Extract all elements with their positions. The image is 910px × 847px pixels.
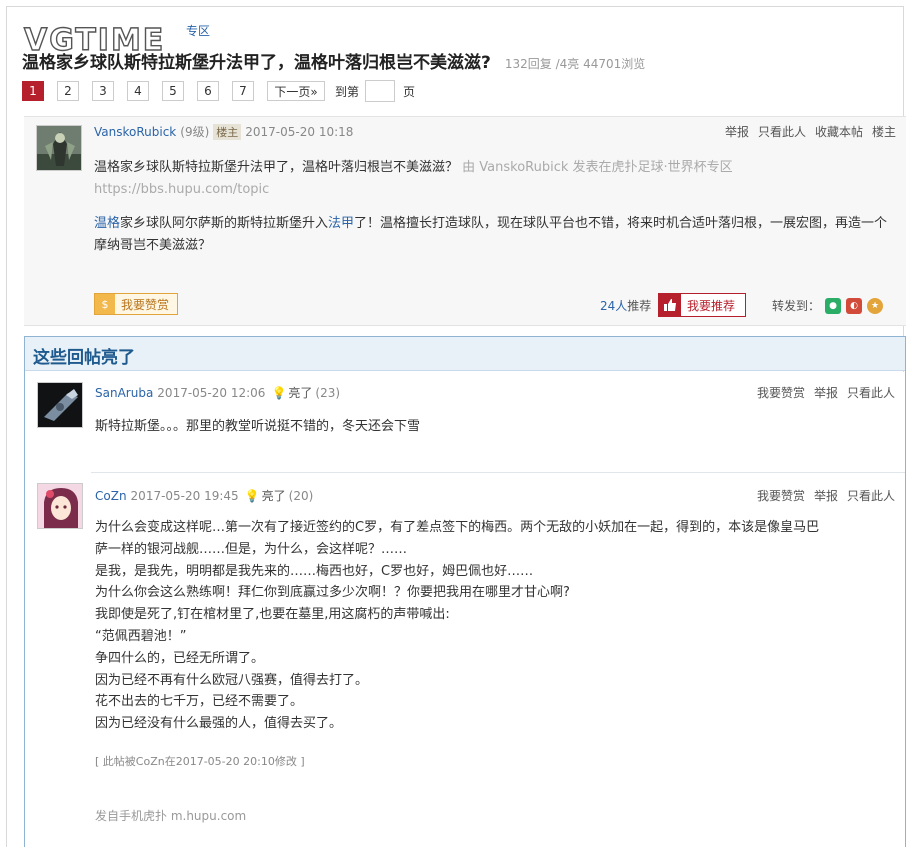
tag-link-wenger[interactable]: 温格 <box>94 216 120 231</box>
tip-label: 我要赞赏 <box>121 297 170 312</box>
avatar[interactable] <box>37 382 83 428</box>
goto-label: 到第 <box>335 84 360 99</box>
quote-text: 温格家乡球队斯特拉斯堡升法甲了，温格叶落归根岂不美滋滋？ <box>94 160 459 175</box>
thread-title: 温格家乡球队斯特拉斯堡升法甲了，温格叶落归根岂不美滋滋? <box>22 53 491 73</box>
tip-link[interactable]: 我要赞赏 <box>757 384 805 401</box>
reply-line: 为什么你会这么熟练啊！拜仁你到底赢过多少次啊！？你要把我用在哪里才甘心啊? <box>95 585 570 601</box>
pagination: 1 2 3 4 5 6 7 下一页» 到第 页 <box>22 80 415 102</box>
tag-link-ligue1[interactable]: 法甲 <box>328 216 354 231</box>
post-actions: 举报 只看此人 收藏本帖 楼主 <box>716 123 896 140</box>
thread-stats: 132回复 /4亮 44701浏览 <box>504 57 646 71</box>
reply-line: 是我，是我先，明明都是我先来的……梅西也好，C罗也好，姆巴佩也好…… <box>95 563 534 579</box>
reply-line: 为什么会变成这样呢…第一次有了接近签约的C罗，有了差点签下的梅西。两个无敌的小妖… <box>95 520 820 535</box>
tip-link[interactable]: 我要赞赏 <box>757 487 805 504</box>
reply-line: 因为已经不再有什么欧冠八强赛，值得去打了。 <box>95 672 369 688</box>
page-5-button[interactable]: 5 <box>162 81 184 101</box>
lightbulb-icon: 💡 <box>244 488 260 503</box>
highlight-replies-section: 这些回帖亮了 SanAruba 2017-05-20 12:06 💡 亮了 (2… <box>24 336 906 847</box>
reply-line: 因为已经没有什么最强的人，值得去买了。 <box>95 716 343 732</box>
light-label[interactable]: 亮了 <box>262 487 286 504</box>
recommend-label: 我要推荐 <box>687 298 736 313</box>
favorite-link[interactable]: 收藏本帖 <box>815 123 863 140</box>
recommend-button[interactable]: 我要推荐 <box>658 293 746 317</box>
report-link[interactable]: 举报 <box>725 123 749 140</box>
share-bar: 转发到： ● ◐ ★ <box>772 297 884 314</box>
reply-meta: SanAruba 2017-05-20 12:06 💡 亮了 (23) <box>95 384 340 401</box>
coin-icon: $ <box>95 294 115 314</box>
reply-line: 争四什么的，已经无所谓了。 <box>95 650 265 666</box>
share-label: 转发到： <box>772 299 821 313</box>
only-author-link[interactable]: 只看此人 <box>758 123 806 140</box>
reply-item: SanAruba 2017-05-20 12:06 💡 亮了 (23) 我要赞赏… <box>25 372 905 472</box>
op-badge: 楼主 <box>213 123 242 140</box>
highlight-title: 这些回帖亮了 <box>33 348 135 368</box>
main-post: VanskoRubick (9级) 楼主 2017-05-20 10:18 举报… <box>24 116 906 326</box>
reply-time: 2017-05-20 12:06 <box>157 385 266 400</box>
breadcrumb[interactable]: 专区 <box>186 22 210 39</box>
avatar[interactable] <box>37 483 83 529</box>
reply-meta: CoZn 2017-05-20 19:45 💡 亮了 (20) <box>95 487 313 504</box>
reply-line: “范佩西碧池！” <box>95 628 187 644</box>
only-author-link[interactable]: 只看此人 <box>847 487 895 504</box>
report-link[interactable]: 举报 <box>814 384 838 401</box>
page-3-button[interactable]: 3 <box>92 81 114 101</box>
reply-line: 斯特拉斯堡。。。那里的教堂听说挺不错的，冬天还会下雪 <box>95 419 421 434</box>
reply-actions: 我要赞赏 举报 只看此人 <box>748 384 895 401</box>
post-body: 温格家乡球队阿尔萨斯的斯特拉斯堡升入法甲了！温格擅长打造球队，现在球队平台也不错… <box>94 213 894 257</box>
light-count: (20) <box>288 488 314 503</box>
avatar-image <box>37 126 81 170</box>
post-meta: VanskoRubick (9级) 楼主 2017-05-20 10:18 <box>94 123 353 140</box>
page-4-button[interactable]: 4 <box>127 81 149 101</box>
author-name[interactable]: VanskoRubick <box>94 125 176 139</box>
page-7-button[interactable]: 7 <box>232 81 254 101</box>
avatar-image <box>38 484 82 528</box>
page-6-button[interactable]: 6 <box>197 81 219 101</box>
avatar-image <box>38 383 82 427</box>
post-source[interactable]: 发自手机虎扑 m.hupu.com <box>95 807 246 824</box>
weibo-icon[interactable]: ◐ <box>846 297 863 314</box>
author-name[interactable]: CoZn <box>95 489 127 503</box>
edit-note: [ 此帖被CoZn在2017-05-20 20:10修改 ] <box>95 755 305 768</box>
thread-header: 温格家乡球队斯特拉斯堡升法甲了，温格叶落归根岂不美滋滋? 132回复 /4亮 4… <box>22 48 882 74</box>
page-1-button[interactable]: 1 <box>22 81 44 101</box>
reply-item: CoZn 2017-05-20 19:45 💡 亮了 (20) 我要赞赏 举报 … <box>25 473 905 847</box>
body-text-1: 家乡球队阿尔萨斯的斯特拉斯堡升入 <box>120 216 329 231</box>
reply-text: 为什么会变成这样呢…第一次有了接近签约的C罗，有了差点签下的梅西。两个无敌的小妖… <box>95 517 895 735</box>
author-level: (9级) <box>180 125 210 139</box>
lightbulb-icon: 💡 <box>271 385 287 400</box>
light-label[interactable]: 亮了 <box>288 384 312 401</box>
floor-label: 楼主 <box>871 125 896 139</box>
report-link[interactable]: 举报 <box>814 487 838 504</box>
author-name[interactable]: SanAruba <box>95 386 153 400</box>
qzone-icon[interactable]: ★ <box>867 297 884 314</box>
next-page-button[interactable]: 下一页» <box>267 81 325 101</box>
recommend-count: 24人推荐 <box>600 297 651 314</box>
thumbs-up-icon <box>659 294 681 316</box>
tip-button[interactable]: $ 我要赞赏 <box>94 293 179 315</box>
light-count: (23) <box>315 385 341 400</box>
highlight-header: 这些回帖亮了 <box>25 337 905 371</box>
recommend-suffix: 推荐 <box>627 299 652 313</box>
goto-unit: 页 <box>403 84 416 99</box>
post-quote: 温格家乡球队斯特拉斯堡升法甲了，温格叶落归根岂不美滋滋？ 由 VanskoRub… <box>94 157 892 201</box>
page-2-button[interactable]: 2 <box>57 81 79 101</box>
recommend-number: 24人 <box>600 299 628 313</box>
reply-time: 2017-05-20 19:45 <box>130 488 239 503</box>
reply-line: 花不出去的七千万，已经不需要了。 <box>95 694 304 710</box>
reply-line: 萨一样的银河战舰……但是，为什么，会这样呢？…… <box>95 541 408 557</box>
reply-line: 我即使是死了,钉在棺材里了,也要在墓里,用这腐朽的声带喊出: <box>95 607 450 623</box>
avatar[interactable] <box>36 125 82 171</box>
only-author-link[interactable]: 只看此人 <box>847 384 895 401</box>
reply-actions: 我要赞赏 举报 只看此人 <box>748 487 895 504</box>
goto-page-input[interactable] <box>365 80 396 102</box>
post-time: 2017-05-20 10:18 <box>245 124 354 139</box>
reply-text: 斯特拉斯堡。。。那里的教堂听说挺不错的，冬天还会下雪 <box>95 416 895 438</box>
wechat-icon[interactable]: ● <box>825 297 842 314</box>
